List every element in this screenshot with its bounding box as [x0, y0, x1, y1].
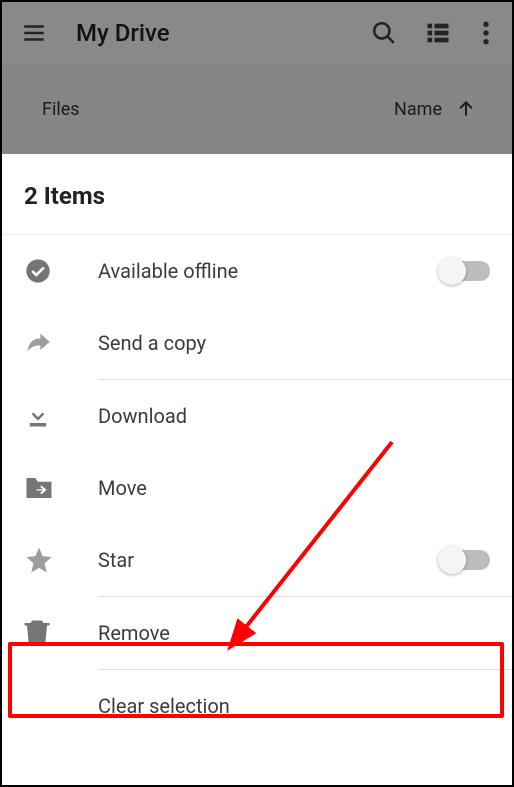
list-header: Files Name	[2, 64, 512, 154]
sort-label: Name	[394, 99, 442, 120]
remove-label: Remove	[64, 621, 490, 645]
arrow-up-icon	[456, 99, 476, 119]
star-toggle[interactable]	[442, 550, 490, 570]
folder-move-icon	[24, 475, 54, 501]
offline-label: Available offline	[64, 259, 442, 283]
action-download[interactable]: Download	[2, 380, 512, 452]
sort-button[interactable]: Name	[394, 99, 476, 120]
action-move[interactable]: Move	[2, 452, 512, 524]
offline-icon	[24, 257, 52, 285]
download-icon	[24, 402, 52, 430]
menu-button[interactable]	[16, 15, 52, 51]
view-button[interactable]	[420, 15, 456, 51]
action-sheet: 2 Items Available offline Send a copy Do…	[2, 154, 512, 785]
move-label: Move	[64, 476, 490, 500]
action-star[interactable]: Star	[2, 524, 512, 596]
action-remove[interactable]: Remove	[2, 597, 512, 669]
selection-count: 2 Items	[2, 154, 512, 235]
action-available-offline[interactable]: Available offline	[2, 235, 512, 307]
clear-selection-label: Clear selection	[64, 694, 490, 718]
trash-icon	[24, 618, 50, 648]
action-clear-selection[interactable]: Clear selection	[2, 670, 512, 742]
search-button[interactable]	[366, 15, 402, 51]
send-copy-label: Send a copy	[64, 331, 490, 355]
star-label: Star	[64, 548, 442, 572]
offline-toggle[interactable]	[442, 261, 490, 281]
hamburger-icon	[21, 20, 47, 46]
more-vert-icon	[482, 20, 490, 46]
appbar: My Drive	[2, 2, 512, 64]
more-button[interactable]	[474, 15, 498, 51]
list-view-icon	[424, 19, 452, 47]
action-send-copy[interactable]: Send a copy	[2, 307, 512, 379]
download-label: Download	[64, 404, 490, 428]
search-icon	[371, 20, 397, 46]
share-arrow-icon	[24, 329, 52, 357]
list-header-files: Files	[42, 99, 80, 120]
page-title: My Drive	[76, 19, 348, 47]
star-icon	[24, 545, 54, 575]
